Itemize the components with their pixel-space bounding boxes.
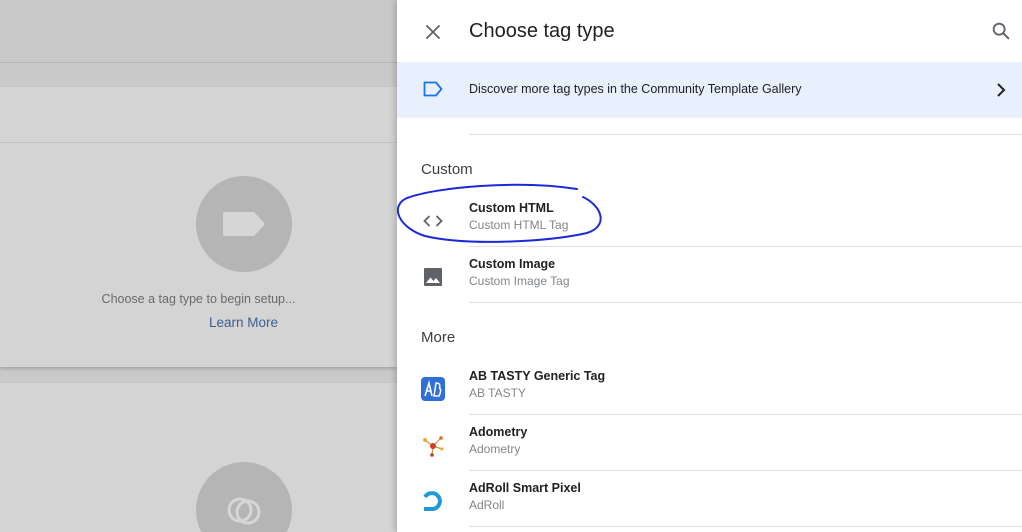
search-button[interactable] — [990, 20, 1012, 42]
tag-icon — [223, 212, 265, 236]
section-heading-more: More — [421, 329, 456, 346]
tag-type-name: AB TASTY Generic Tag — [469, 369, 606, 383]
list-divider — [469, 134, 1022, 135]
trigger-icon — [227, 497, 261, 525]
card-divider — [0, 142, 397, 143]
tag-type-adometry[interactable]: Adometry Adometry — [397, 415, 1022, 471]
tag-type-name: Custom HTML — [469, 201, 554, 215]
tag-type-placeholder-button[interactable] — [196, 176, 292, 272]
tag-type-adroll[interactable]: AdRoll Smart Pixel AdRoll — [397, 471, 1022, 527]
item-divider — [469, 302, 1022, 303]
background-page: Choose a tag type to begin setup... Lear… — [0, 0, 397, 532]
tag-type-name: Custom Image — [469, 257, 556, 271]
adometry-icon — [423, 436, 444, 457]
community-gallery-banner[interactable]: Discover more tag types in the Community… — [397, 62, 1022, 118]
tag-type-custom-image[interactable]: Custom Image Custom Image Tag — [397, 247, 1022, 303]
tag-type-description: AdRoll — [469, 498, 505, 512]
tag-type-description: AB TASTY — [469, 386, 526, 400]
tag-outline-icon — [423, 81, 443, 97]
tag-type-ab-tasty[interactable]: AB TASTY Generic Tag AB TASTY — [397, 359, 1022, 415]
ab-tasty-icon — [421, 377, 445, 401]
image-icon — [424, 268, 442, 286]
close-icon — [426, 25, 440, 39]
search-icon — [992, 22, 1010, 40]
tag-type-name: Adometry — [469, 425, 528, 439]
tag-type-name: AdRoll Smart Pixel — [469, 481, 581, 495]
setup-hint: Choose a tag type to begin setup... — [101, 292, 296, 306]
tag-type-description: Adometry — [469, 442, 521, 456]
tag-type-description: Custom Image Tag — [469, 274, 570, 288]
item-divider — [469, 526, 1022, 527]
banner-text: Discover more tag types in the Community… — [469, 82, 802, 96]
close-button[interactable] — [421, 20, 445, 44]
code-icon — [423, 215, 443, 227]
tag-type-description: Custom HTML Tag — [469, 218, 569, 232]
tag-type-custom-html[interactable]: Custom HTML Custom HTML Tag — [397, 191, 1022, 247]
section-heading-custom: Custom — [421, 161, 473, 178]
panel-title: Choose tag type — [469, 20, 615, 42]
learn-more-link[interactable]: Learn More — [0, 315, 397, 330]
background-divider — [0, 62, 397, 63]
chevron-right-icon — [997, 83, 1006, 97]
choose-tag-type-panel: Choose tag type Discover more tag types … — [397, 0, 1022, 532]
adroll-icon — [423, 491, 442, 511]
